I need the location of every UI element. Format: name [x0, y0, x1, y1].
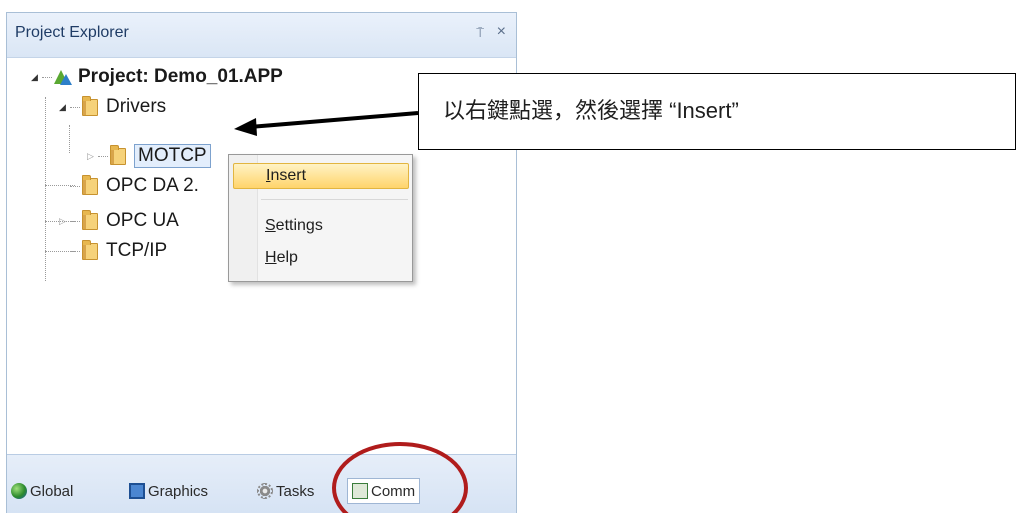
annotation-arrow-icon [249, 111, 419, 129]
highlight-circle [332, 442, 468, 513]
annotation-overlay [234, 111, 468, 513]
arrow-head-icon [234, 118, 257, 136]
